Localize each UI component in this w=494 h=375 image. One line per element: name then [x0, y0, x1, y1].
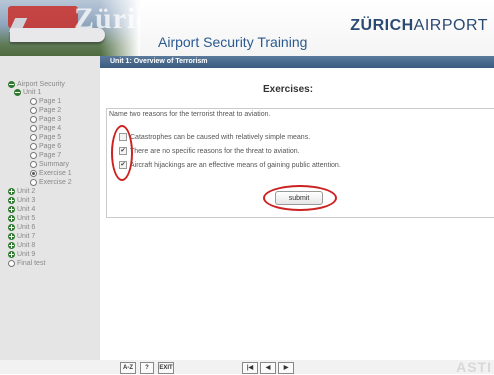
nav-item-final-test[interactable]: Final test	[8, 259, 45, 268]
next-page-button[interactable]: ▶	[278, 362, 294, 374]
nav-item-exercise-1[interactable]: Exercise 1	[30, 169, 72, 178]
nav-item-unit-5[interactable]: Unit 5	[8, 214, 35, 223]
answer-option-3[interactable]: ✔ Aircraft hijackings are an effective m…	[119, 161, 341, 169]
answer-option-2[interactable]: ✔ There are no specific reasons for the …	[119, 147, 300, 155]
help-button[interactable]: ?	[140, 362, 154, 374]
radio-icon	[30, 98, 37, 105]
radio-icon	[30, 161, 37, 168]
header-banner-image: Zürich	[0, 0, 140, 56]
nav-item-summary[interactable]: Summary	[30, 160, 69, 169]
app-title: Airport Security Training	[158, 34, 308, 50]
brand-watermark: ASTI	[456, 359, 492, 375]
radio-selected-icon	[30, 170, 37, 177]
radio-icon	[30, 125, 37, 132]
footer-toolbar: A-Z ? EXIT |◀ ◀ ▶ ASTI	[0, 360, 494, 374]
nav-item-page-4[interactable]: Page 4	[30, 124, 61, 133]
zurich-airport-logo: ZÜRICHAIRPORT	[350, 17, 488, 34]
nav-item-page-7[interactable]: Page 7	[30, 151, 61, 160]
glossary-button[interactable]: A-Z	[120, 362, 136, 374]
nav-item-page-6[interactable]: Page 6	[30, 142, 61, 151]
expand-icon	[8, 188, 15, 195]
radio-icon	[8, 260, 15, 267]
app-header: Zürich Airport Security Training ZÜRICHA…	[0, 0, 494, 56]
nav-item-unit-7[interactable]: Unit 7	[8, 232, 35, 241]
expand-icon	[8, 224, 15, 231]
nav-item-page-2[interactable]: Page 2	[30, 106, 61, 115]
collapse-icon	[14, 89, 21, 96]
nav-item-unit-3[interactable]: Unit 3	[8, 196, 35, 205]
question-text: Name two reasons for the terrorist threa…	[109, 111, 271, 118]
nav-item-unit-2[interactable]: Unit 2	[8, 187, 35, 196]
nav-item-unit-9[interactable]: Unit 9	[8, 250, 35, 259]
unit-title-bar: Unit 1: Overview of Terrorism	[100, 56, 494, 68]
expand-icon	[8, 251, 15, 258]
radio-icon	[30, 116, 37, 123]
expand-icon	[8, 206, 15, 213]
nav-item-page-5[interactable]: Page 5	[30, 133, 61, 142]
nav-item-exercise-2[interactable]: Exercise 2	[30, 178, 72, 187]
expand-icon	[8, 197, 15, 204]
submit-highlight-oval	[263, 185, 337, 211]
checkbox-highlight-oval	[111, 125, 133, 181]
nav-item-unit-8[interactable]: Unit 8	[8, 241, 35, 250]
radio-icon	[30, 107, 37, 114]
radio-icon	[30, 152, 37, 159]
answer-option-1[interactable]: Catastrophes can be caused with relative…	[119, 133, 310, 141]
expand-icon	[8, 233, 15, 240]
course-navigation: Airport Security Unit 1 Page 1 Page 2 Pa…	[0, 56, 100, 360]
radio-icon	[30, 143, 37, 150]
nav-item-page-3[interactable]: Page 3	[30, 115, 61, 124]
radio-icon	[30, 134, 37, 141]
exit-button[interactable]: EXIT	[158, 362, 174, 374]
unit-title: Unit 1: Overview of Terrorism	[110, 58, 208, 65]
expand-icon	[8, 242, 15, 249]
previous-page-button[interactable]: ◀	[260, 362, 276, 374]
radio-icon	[30, 179, 37, 186]
nav-item-unit-6[interactable]: Unit 6	[8, 223, 35, 232]
nav-item-unit-4[interactable]: Unit 4	[8, 205, 35, 214]
nav-item-page-1[interactable]: Page 1	[30, 97, 61, 106]
nav-item-unit-1[interactable]: Unit 1	[14, 88, 41, 97]
first-page-button[interactable]: |◀	[242, 362, 258, 374]
exercise-content: Exercises: Name two reasons for the terr…	[101, 68, 494, 360]
collapse-icon	[8, 81, 15, 88]
expand-icon	[8, 215, 15, 222]
exercise-title: Exercises:	[263, 84, 314, 95]
